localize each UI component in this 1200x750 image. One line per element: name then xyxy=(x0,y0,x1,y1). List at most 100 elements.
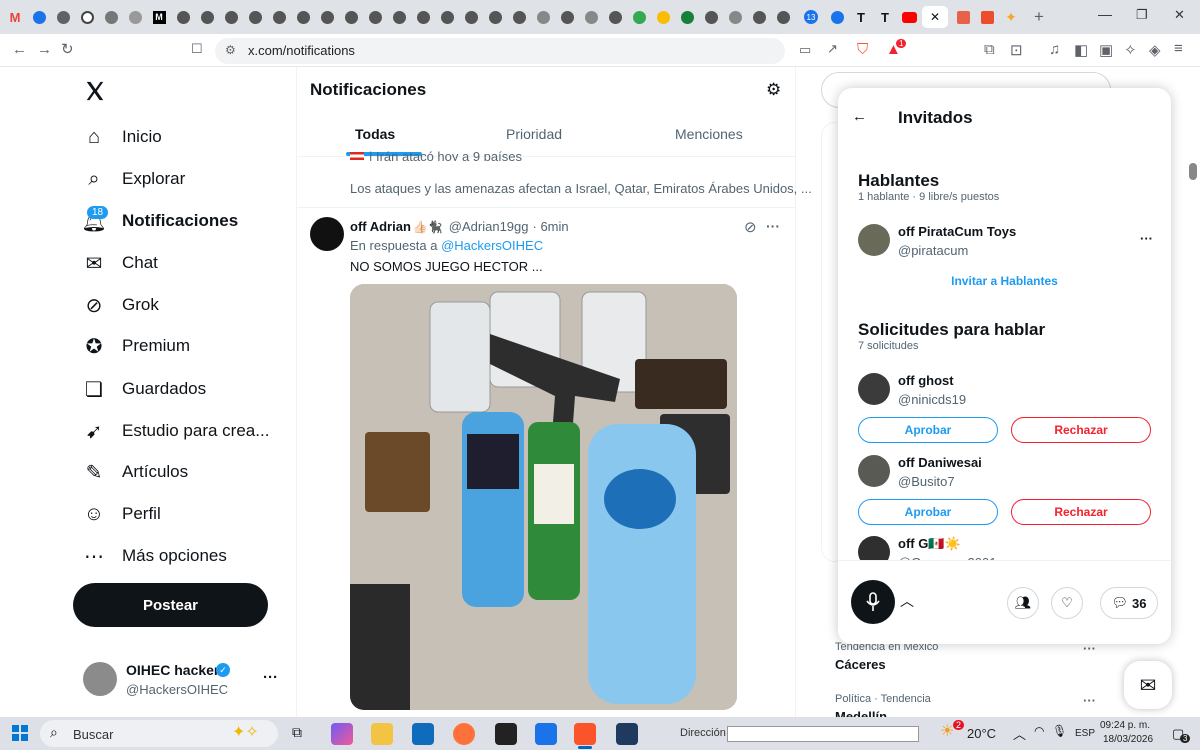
browser-tab[interactable] xyxy=(676,6,698,28)
expand-chevron-icon[interactable]: ︿ xyxy=(900,591,914,611)
url-text[interactable]: x.com/notifications xyxy=(248,43,355,58)
browser-tab[interactable] xyxy=(580,6,602,28)
nav-home[interactable]: ⌂ Inicio xyxy=(82,119,162,155)
tweet-time[interactable]: · 6min xyxy=(533,219,569,234)
leo-ai-icon[interactable]: ✧ xyxy=(1124,41,1137,59)
browser-tab[interactable] xyxy=(172,6,194,28)
close-window-button[interactable]: ✕ xyxy=(1174,7,1185,23)
medium-tab[interactable]: M xyxy=(148,6,170,28)
tab-all[interactable]: Todas xyxy=(355,126,395,142)
counter-tab[interactable]: 13 xyxy=(800,6,822,28)
nav-chat[interactable]: ✉ Chat xyxy=(82,245,158,281)
terminal-icon[interactable] xyxy=(495,723,517,745)
nav-grok[interactable]: ⊘ Grok xyxy=(82,287,159,323)
page-scrollbar[interactable] xyxy=(1189,163,1197,180)
active-tab[interactable]: ✕ xyxy=(922,6,948,28)
x-logo-icon[interactable] xyxy=(84,80,106,102)
trend-more-icon[interactable]: ··· xyxy=(1083,693,1096,708)
youtube-tab[interactable] xyxy=(898,6,920,28)
reject-button[interactable]: Rechazar xyxy=(1011,499,1151,525)
browser-tab[interactable] xyxy=(724,6,746,28)
browser-tab[interactable] xyxy=(340,6,362,28)
reload-icon[interactable]: ↻ xyxy=(61,40,74,58)
browser-tab[interactable] xyxy=(460,6,482,28)
tweet-more-icon[interactable]: ··· xyxy=(766,218,780,234)
browser-tab[interactable] xyxy=(412,6,434,28)
back-icon[interactable]: ← xyxy=(12,41,27,58)
clock-date[interactable]: 18/03/2026 xyxy=(1103,734,1153,745)
nav-profile[interactable]: ☺ Perfil xyxy=(82,496,161,532)
browser-tab[interactable] xyxy=(316,6,338,28)
browser-tab[interactable] xyxy=(124,6,146,28)
browser-tab[interactable] xyxy=(196,6,218,28)
screenshot-icon[interactable]: ⊡ xyxy=(1010,41,1023,59)
wallet-icon[interactable]: ▣ xyxy=(1099,41,1113,59)
browser-tab[interactable] xyxy=(652,6,674,28)
news-headline[interactable]: | Irán atacó hoy a 9 países xyxy=(369,149,522,161)
nav-more[interactable]: ⋯ Más opciones xyxy=(82,538,227,574)
grok-icon[interactable]: ⊘ xyxy=(744,218,757,236)
menu-icon[interactable]: ≡ xyxy=(1174,40,1183,57)
gmail-tab[interactable]: M xyxy=(4,6,26,28)
browser-tab[interactable] xyxy=(292,6,314,28)
browser-tab[interactable] xyxy=(268,6,290,28)
brave-app-icon[interactable] xyxy=(574,723,596,745)
speaker-name[interactable]: off PirataCum Toys xyxy=(898,224,1016,239)
requester-name[interactable]: off G🇲🇽☀️ xyxy=(898,536,961,552)
browser-tab[interactable] xyxy=(484,6,506,28)
back-arrow-icon[interactable]: ← xyxy=(852,108,867,125)
requester-name[interactable]: off Daniwesai xyxy=(898,455,982,470)
windows-start-icon[interactable] xyxy=(12,725,28,741)
browser-tab[interactable] xyxy=(244,6,266,28)
outlook-icon[interactable] xyxy=(412,723,434,745)
share-icon[interactable]: ↗ xyxy=(827,41,838,57)
nav-premium[interactable]: ✪ Premium xyxy=(82,328,190,364)
speaker-more-icon[interactable]: ··· xyxy=(1140,231,1153,246)
nav-bookmarks[interactable]: ❏ Guardados xyxy=(82,371,206,407)
nav-articles[interactable]: ✎ Artículos xyxy=(82,454,189,490)
reactions-button[interactable]: ♡ xyxy=(1051,587,1083,619)
browser-tab[interactable] xyxy=(628,6,650,28)
browser-tab[interactable] xyxy=(28,6,50,28)
store-icon[interactable] xyxy=(535,723,557,745)
browser-tab[interactable] xyxy=(556,6,578,28)
maximize-button[interactable]: ❐ xyxy=(1136,7,1148,23)
browser-tab[interactable] xyxy=(700,6,722,28)
sidebar-icon[interactable]: ◧ xyxy=(1074,41,1088,59)
brave-shield-icon[interactable]: ⛉ xyxy=(857,41,868,58)
nav-explore[interactable]: ⌕ Explorar xyxy=(82,161,185,197)
cast-icon[interactable]: ▭ xyxy=(799,42,811,58)
browser-tab[interactable] xyxy=(826,6,848,28)
microphone-icon[interactable]: 🎙︎ xyxy=(1052,724,1067,738)
tweet-author-avatar[interactable] xyxy=(310,217,344,251)
clock-time[interactable]: 09:24 p. m. xyxy=(1100,720,1150,731)
speaker-avatar[interactable] xyxy=(858,224,890,256)
vpn-icon[interactable]: ◈ xyxy=(1149,41,1161,59)
reply-handle-link[interactable]: @HackersOIHEC xyxy=(441,238,543,253)
browser-tab[interactable] xyxy=(100,6,122,28)
tray-chevron-icon[interactable]: ︿ xyxy=(1013,724,1026,743)
trend-title[interactable]: Medellín xyxy=(835,709,887,717)
copilot-app-icon[interactable] xyxy=(331,723,353,745)
temperature[interactable]: 20°C xyxy=(967,726,996,741)
browser-tab[interactable] xyxy=(748,6,770,28)
news-summary[interactable]: Los ataques y las amenazas afectan a Isr… xyxy=(350,181,812,196)
close-tab-icon[interactable]: ✕ xyxy=(930,10,940,24)
forward-icon[interactable]: → xyxy=(37,41,52,58)
browser-tab[interactable] xyxy=(604,6,626,28)
tweet-photo[interactable] xyxy=(350,284,737,710)
people-button[interactable]: 👥︎ xyxy=(1007,587,1039,619)
browser-tab[interactable] xyxy=(436,6,458,28)
account-name[interactable]: OIHEC hackers xyxy=(126,662,227,678)
minimize-button[interactable]: — xyxy=(1098,6,1112,22)
browser-tab[interactable] xyxy=(388,6,410,28)
app-icon[interactable] xyxy=(616,723,638,745)
tweet-author-handle[interactable]: @Adrian19gg xyxy=(449,219,529,234)
post-button[interactable]: Postear xyxy=(73,583,268,627)
settings-gear-icon[interactable]: ⚙ xyxy=(766,80,781,100)
wifi-icon[interactable]: ◠ xyxy=(1034,724,1044,738)
account-more-icon[interactable]: ··· xyxy=(263,669,278,686)
file-explorer-icon[interactable] xyxy=(371,723,393,745)
address-toolbar-input[interactable] xyxy=(727,726,919,742)
invite-speakers-link[interactable]: Invitar a Hablantes xyxy=(838,274,1171,288)
